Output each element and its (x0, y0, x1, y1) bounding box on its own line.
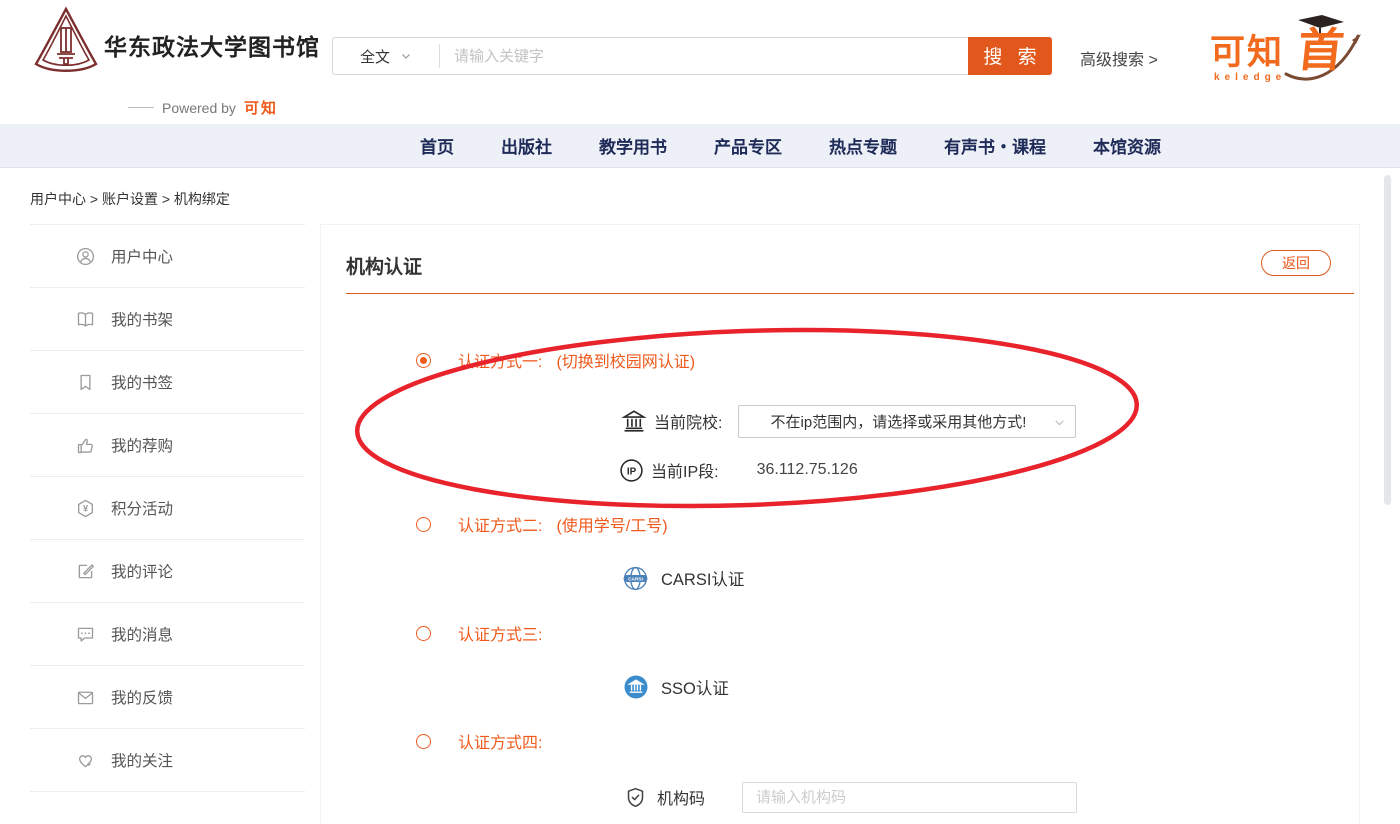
school-select[interactable]: 不在ip范围内，请选择或采用其他方式! (738, 405, 1076, 438)
sso-auth-row: SSO认证 (623, 671, 729, 703)
powered-by-label: Powered by (162, 100, 236, 116)
scrollbar-thumb[interactable] (1384, 175, 1391, 505)
thumb-up-icon (75, 435, 96, 456)
breadcrumb: 用户中心 > 账户设置 > 机构绑定 (30, 189, 230, 209)
bookmark-icon (75, 372, 96, 393)
title-divider (346, 293, 1354, 294)
sidebar-item-bookmarks[interactable]: 我的书签 (30, 351, 305, 414)
svg-text:IP: IP (627, 466, 637, 477)
bookshelf-icon (75, 309, 96, 330)
sidebar-item-following[interactable]: 我的关注 (30, 729, 305, 792)
auth-method-3-label: 认证方式三: (458, 621, 542, 645)
auth-method-1-row: 认证方式一: (切换到校园网认证) (416, 345, 695, 375)
nav-item-publishers[interactable]: 出版社 (501, 133, 552, 158)
nav-item-hot-topics[interactable]: 热点专题 (829, 133, 897, 158)
auth-method-4-row: 认证方式四: (416, 726, 542, 756)
search-input[interactable] (440, 38, 968, 74)
user-icon (75, 246, 96, 267)
sidebar-item-user-center[interactable]: 用户中心 (30, 225, 305, 288)
current-ip-value: 36.112.75.126 (757, 461, 858, 479)
sidebar-item-points[interactable]: ¥ 积分活动 (30, 477, 305, 540)
advanced-search-link[interactable]: 高级搜索 > (1080, 46, 1158, 70)
carsi-auth-row: CARSI CARSI认证 (622, 562, 744, 594)
search-bar: 全文 搜 索 (332, 37, 1052, 75)
radio-selected-dot (420, 357, 427, 364)
auth-method-1-hint[interactable]: (切换到校园网认证) (556, 348, 695, 372)
sidebar-item-label: 我的反馈 (111, 686, 173, 708)
sso-auth-link[interactable]: SSO认证 (661, 675, 729, 699)
university-emblem (33, 6, 99, 78)
chevron-down-icon (400, 50, 412, 62)
nav-item-product-zone[interactable]: 产品专区 (714, 133, 782, 158)
sidebar: 用户中心 我的书架 我的书签 我的荐购 ¥ 积分活动 我的评论 (30, 224, 305, 824)
org-code-label: 机构码 (657, 785, 705, 809)
sidebar-item-label: 我的荐购 (111, 434, 173, 456)
carsi-auth-link[interactable]: CARSI认证 (661, 566, 744, 590)
dash-divider (128, 107, 154, 108)
back-button[interactable]: 返回 (1261, 250, 1331, 276)
radio-method-3[interactable] (416, 626, 431, 641)
university-name: 华东政法大学图书馆 (104, 28, 320, 62)
sidebar-item-comments[interactable]: 我的评论 (30, 540, 305, 603)
search-scope-select[interactable]: 全文 (333, 38, 439, 74)
powered-by-brand: 可知 (244, 97, 278, 118)
auth-method-2-hint: (使用学号/工号) (556, 512, 667, 536)
current-school-label: 当前院校: (654, 409, 722, 433)
current-ip-row: IP 当前IP段: 36.112.75.126 (619, 455, 858, 485)
keledge-logo: 可知 首 keledge (1198, 12, 1363, 92)
current-school-row: 当前院校: 不在ip范围内，请选择或采用其他方式! (621, 404, 1076, 438)
current-ip-label: 当前IP段: (651, 458, 719, 482)
sidebar-item-label: 我的消息 (111, 623, 173, 645)
heart-icon (75, 750, 96, 771)
sidebar-item-feedback[interactable]: 我的反馈 (30, 666, 305, 729)
keledge-logo-text: 可知 (1210, 24, 1284, 75)
sidebar-item-label: 用户中心 (111, 245, 173, 267)
sidebar-item-label: 我的关注 (111, 749, 173, 771)
powered-by: Powered by 可知 (128, 97, 278, 118)
edit-icon (75, 561, 96, 582)
auth-method-4-label: 认证方式四: (458, 729, 542, 753)
sidebar-item-label: 积分活动 (111, 497, 173, 519)
sidebar-item-label: 我的书架 (111, 308, 173, 330)
sidebar-item-bookshelf[interactable]: 我的书架 (30, 288, 305, 351)
search-button[interactable]: 搜 索 (968, 37, 1052, 75)
page-title: 机构认证 (346, 252, 422, 279)
school-select-value: 不在ip范围内，请选择或采用其他方式! (771, 411, 1027, 432)
org-code-row: 机构码 (624, 781, 1077, 813)
nav-item-home[interactable]: 首页 (420, 133, 454, 158)
auth-method-3-row: 认证方式三: (416, 618, 542, 648)
radio-method-4[interactable] (416, 734, 431, 749)
auth-method-1-label: 认证方式一: (458, 348, 542, 372)
search-scope-value: 全文 (360, 46, 390, 67)
ip-icon: IP (619, 458, 644, 483)
svg-text:CARSI: CARSI (628, 576, 643, 582)
sso-icon (623, 674, 649, 700)
sidebar-item-messages[interactable]: 我的消息 (30, 603, 305, 666)
main-nav: 首页 出版社 教学用书 产品专区 热点专题 有声书・课程 本馆资源 (0, 124, 1400, 168)
radio-method-1[interactable] (416, 353, 431, 368)
sidebar-item-label: 我的评论 (111, 560, 173, 582)
keledge-logo-glyph: 首 (1295, 14, 1348, 80)
shield-check-icon (624, 786, 647, 809)
radio-method-2[interactable] (416, 517, 431, 532)
nav-item-textbooks[interactable]: 教学用书 (599, 133, 667, 158)
points-icon: ¥ (75, 498, 96, 519)
auth-method-2-label: 认证方式二: (458, 512, 542, 536)
org-code-input[interactable] (742, 782, 1077, 813)
chevron-down-icon (1053, 416, 1066, 429)
svg-text:¥: ¥ (83, 503, 89, 514)
bank-icon (621, 408, 647, 434)
nav-item-library-resources[interactable]: 本馆资源 (1093, 133, 1161, 158)
keledge-logo-sub: keledge (1214, 72, 1286, 83)
institution-auth-panel: 机构认证 返回 认证方式一: (切换到校园网认证) 当前院校: 不在ip范围内，… (320, 224, 1360, 824)
sidebar-item-label: 我的书签 (111, 371, 173, 393)
carsi-icon: CARSI (622, 565, 649, 592)
sidebar-item-recommendations[interactable]: 我的荐购 (30, 414, 305, 477)
message-icon (75, 624, 96, 645)
auth-method-2-row: 认证方式二: (使用学号/工号) (416, 509, 668, 539)
nav-item-audiobooks-courses[interactable]: 有声书・课程 (944, 133, 1046, 158)
mail-icon (75, 687, 96, 708)
